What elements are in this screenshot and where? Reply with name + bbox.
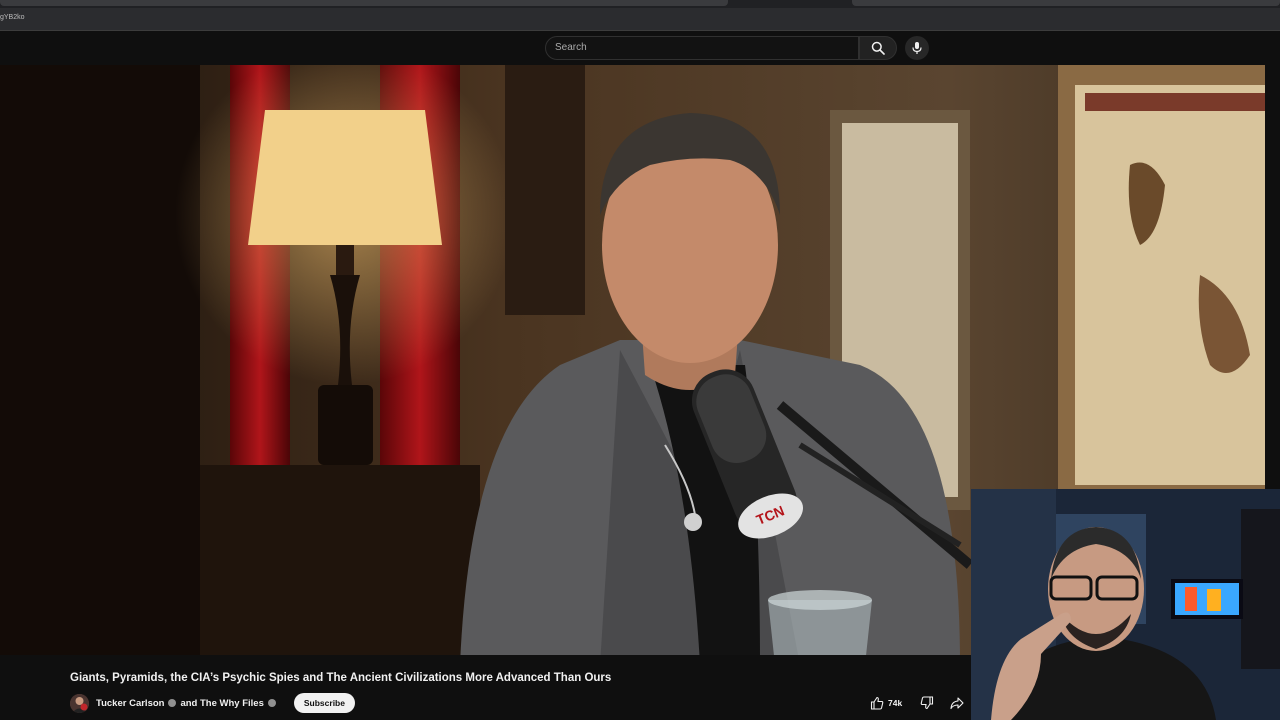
site-header <box>0 31 1280 65</box>
browser-tab[interactable] <box>852 0 1280 6</box>
thumbs-down-icon <box>920 696 934 710</box>
search-box[interactable] <box>545 36 859 60</box>
search-icon <box>871 41 885 55</box>
address-bar[interactable]: gYB2ko <box>0 8 1280 31</box>
dislike-button[interactable] <box>916 693 938 713</box>
subscribe-button[interactable]: Subscribe <box>293 693 355 713</box>
like-button[interactable]: 74k <box>864 693 908 713</box>
share-icon <box>950 697 964 710</box>
like-count: 74k <box>888 698 903 708</box>
channel-name[interactable]: Tucker Carlson <box>96 698 164 709</box>
microphone-icon <box>912 42 922 54</box>
verified-icon <box>168 699 177 707</box>
browser-tab[interactable] <box>0 0 728 6</box>
webcam-overlay <box>971 489 1280 720</box>
search-button[interactable] <box>859 36 897 60</box>
video-actions: 74k <box>864 692 968 714</box>
thumbs-up-icon <box>870 696 884 710</box>
channel-avatar[interactable] <box>70 693 89 713</box>
search-input[interactable] <box>555 42 845 53</box>
voice-search-button[interactable] <box>905 36 929 60</box>
avatar-image <box>70 693 89 713</box>
verified-icon <box>267 699 276 707</box>
video-title: Giants, Pyramids, the CIA’s Psychic Spie… <box>70 672 612 684</box>
address-bar-url: gYB2ko <box>0 14 25 21</box>
collaborator-channel[interactable]: and The Why Files <box>180 698 263 709</box>
channel-row: Tucker Carlson and The Why Files Subscri… <box>70 692 355 714</box>
browser-tab-strip <box>0 0 1280 8</box>
share-button[interactable] <box>946 693 968 713</box>
webcam-frame <box>971 489 1280 720</box>
